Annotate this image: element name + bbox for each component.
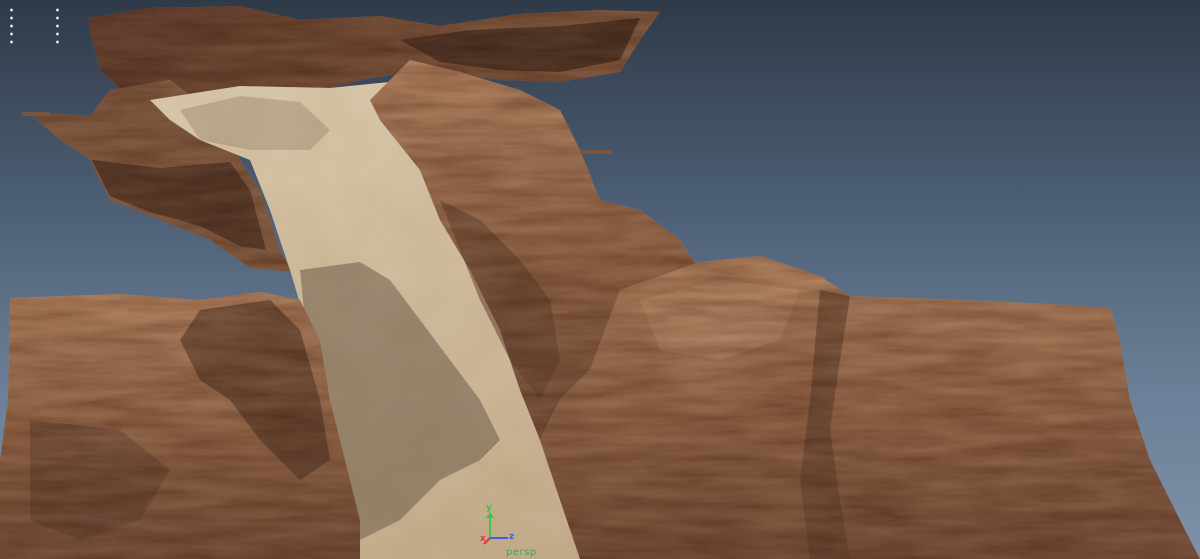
stray-geometry [580,150,612,154]
grip-dots-left [10,6,13,46]
right-mesa [540,256,1200,559]
grip-dots-right [56,6,59,46]
camera-name-label: persp [506,547,537,558]
canyon-terrain-model[interactable] [0,0,1200,559]
perspective-viewport[interactable]: y x z persp [0,0,1200,559]
axis-x-label: x [480,534,486,544]
axis-z-label: z [509,532,515,542]
drag-handle-dots-icon[interactable] [10,6,62,50]
axis-y-label: y [486,503,492,513]
stray-geometry-left [22,112,50,116]
left-lower-mesa [0,292,360,559]
